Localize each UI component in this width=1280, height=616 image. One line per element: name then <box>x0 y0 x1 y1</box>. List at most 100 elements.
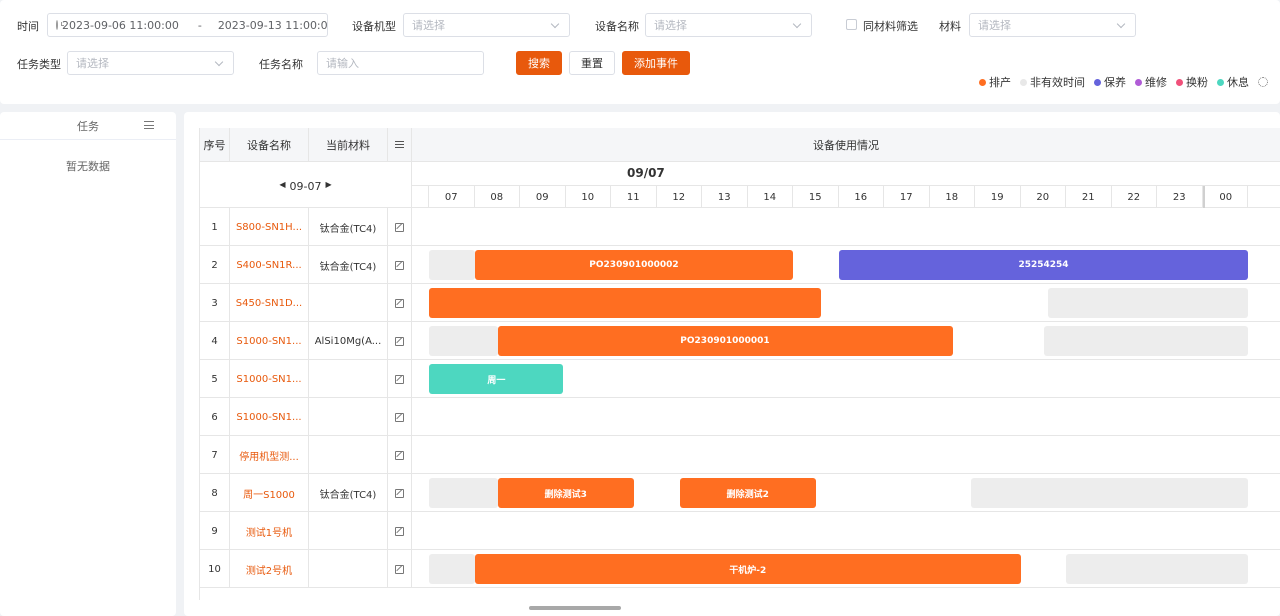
row-device-name[interactable]: S1000-SN1... <box>230 360 309 398</box>
hour-label: 11 <box>611 186 657 208</box>
event-bar[interactable]: 周一 <box>429 364 564 394</box>
edit-button[interactable] <box>388 474 412 512</box>
edit-button[interactable] <box>388 208 412 246</box>
clock-icon <box>56 20 64 30</box>
task-type-select[interactable]: 请选择 <box>67 51 234 75</box>
edit-button[interactable] <box>388 360 412 398</box>
hour-label: 00 <box>1202 186 1248 208</box>
table-row: 9 测试1号机 <box>200 512 1280 550</box>
row-device-name[interactable]: 测试1号机 <box>230 512 309 550</box>
inactive-time-block <box>1066 554 1249 584</box>
legend-label: 换粉 <box>1186 76 1208 89</box>
task-panel-title: 任务 <box>77 119 99 133</box>
edit-button[interactable] <box>388 436 412 474</box>
task-type-placeholder: 请选择 <box>76 57 109 70</box>
row-device-name[interactable]: S450-SN1D... <box>230 284 309 322</box>
task-type-label: 任务类型 <box>17 58 61 71</box>
row-device-name[interactable]: S1000-SN1... <box>230 398 309 436</box>
task-name-input[interactable]: 请输入 <box>317 51 484 75</box>
event-bar[interactable]: 删除测试3 <box>497 478 634 508</box>
hour-axis: 07 08 09 10 11 12 13 14 15 16 17 18 19 20 21 22 23 00 <box>412 186 1280 208</box>
edit-button[interactable] <box>388 512 412 550</box>
row-index: 4 <box>200 322 230 360</box>
row-device-name[interactable]: 停用机型测... <box>230 436 309 474</box>
row-timeline: 周一 <box>412 360 1280 398</box>
edit-icon <box>395 336 404 346</box>
row-timeline: 干机炉-2 <box>412 550 1280 588</box>
edit-icon <box>395 222 404 232</box>
material-placeholder: 请选择 <box>978 19 1011 32</box>
inactive-time-block <box>429 554 475 584</box>
menu-icon[interactable] <box>144 121 154 129</box>
device-type-select[interactable]: 请选择 <box>403 13 570 37</box>
row-timeline: 删除测试3 删除测试2 <box>412 474 1280 512</box>
material-select[interactable]: 请选择 <box>969 13 1136 37</box>
hour-label: 15 <box>793 186 839 208</box>
hour-label: 23 <box>1157 186 1203 208</box>
caret-right-icon[interactable]: ▶ <box>325 180 331 189</box>
legend-dot <box>979 78 986 86</box>
gantt-panel: 序号 设备名称 当前材料 ◀ 09-07 ▶ 设备使用情况 09/07 07 08… <box>184 112 1280 616</box>
reset-button[interactable]: 重置 <box>569 51 615 75</box>
row-material: 钛合金(TC4) <box>309 246 388 284</box>
table-row: 5 S1000-SN1... 周一 <box>200 360 1280 398</box>
caret-left-icon[interactable]: ◀ <box>279 180 285 189</box>
edit-icon <box>395 374 404 384</box>
row-timeline: PO230901000002 25254254 <box>412 246 1280 284</box>
device-type-placeholder: 请选择 <box>412 19 445 32</box>
inactive-time-block <box>1043 326 1249 356</box>
row-device-name[interactable]: S400-SN1R... <box>230 246 309 284</box>
row-material: 钛合金(TC4) <box>309 474 388 512</box>
task-name-placeholder: 请输入 <box>326 57 359 70</box>
row-timeline <box>412 398 1280 436</box>
legend-dot <box>1135 78 1142 86</box>
row-material <box>309 512 388 550</box>
event-bar[interactable]: PO230901000002 <box>474 250 794 280</box>
event-bar[interactable]: 25254254 <box>838 250 1249 280</box>
edit-button[interactable] <box>388 550 412 588</box>
legend-item: 非有效时间 <box>1020 74 1085 90</box>
search-button[interactable]: 搜索 <box>516 51 562 75</box>
same-material-checkbox[interactable] <box>846 19 857 30</box>
task-empty-text: 暂无数据 <box>66 160 110 173</box>
device-name-placeholder: 请选择 <box>654 19 687 32</box>
filter-panel: 时间 2023-09-06 11:00:00 - 2023-09-13 11:0… <box>0 0 1280 104</box>
row-material <box>309 284 388 322</box>
settings-icon[interactable] <box>1258 77 1268 87</box>
event-bar[interactable]: 干机炉-2 <box>474 554 1021 584</box>
time-range-picker[interactable]: 2023-09-06 11:00:00 - 2023-09-13 11:00:0… <box>47 13 328 37</box>
time-start[interactable]: 2023-09-06 11:00:00 <box>62 19 179 32</box>
legend: 排产 非有效时间 保养 维修 换粉 休息 <box>979 74 1268 90</box>
hour-label: 18 <box>930 186 975 208</box>
event-bar[interactable] <box>429 288 821 318</box>
add-event-button[interactable]: 添加事件 <box>622 51 690 75</box>
row-material <box>309 398 388 436</box>
col-header-current-material: 当前材料 <box>309 128 388 162</box>
same-material-label: 同材料筛选 <box>863 20 918 33</box>
edit-button[interactable] <box>388 398 412 436</box>
row-device-name[interactable]: S1000-SN1... <box>230 322 309 360</box>
material-label: 材料 <box>939 20 961 33</box>
device-name-select[interactable]: 请选择 <box>645 13 812 37</box>
edit-button[interactable] <box>388 322 412 360</box>
edit-button[interactable] <box>388 246 412 284</box>
legend-label: 非有效时间 <box>1030 76 1085 89</box>
edit-button[interactable] <box>388 284 412 322</box>
event-bar[interactable]: 删除测试2 <box>679 478 816 508</box>
column-menu-button[interactable] <box>388 128 412 162</box>
time-end[interactable]: 2023-09-13 11:00:00 <box>218 19 327 32</box>
chevron-down-icon <box>550 19 560 28</box>
row-device-name[interactable]: 测试2号机 <box>230 550 309 588</box>
hour-label: 09 <box>520 186 566 208</box>
row-device-name[interactable]: 周一S1000 <box>230 474 309 512</box>
date-label: 09/07 <box>627 166 665 180</box>
row-device-name[interactable]: S800-SN1H... <box>230 208 309 246</box>
hour-label: 16 <box>839 186 884 208</box>
nav-date: 09-07 <box>289 180 322 193</box>
inactive-time-block <box>970 478 1249 508</box>
event-bar[interactable]: PO230901000001 <box>497 326 953 356</box>
horizontal-scrollbar[interactable] <box>529 606 621 610</box>
chevron-down-icon <box>1116 19 1126 28</box>
row-index: 10 <box>200 550 230 588</box>
row-index: 9 <box>200 512 230 550</box>
